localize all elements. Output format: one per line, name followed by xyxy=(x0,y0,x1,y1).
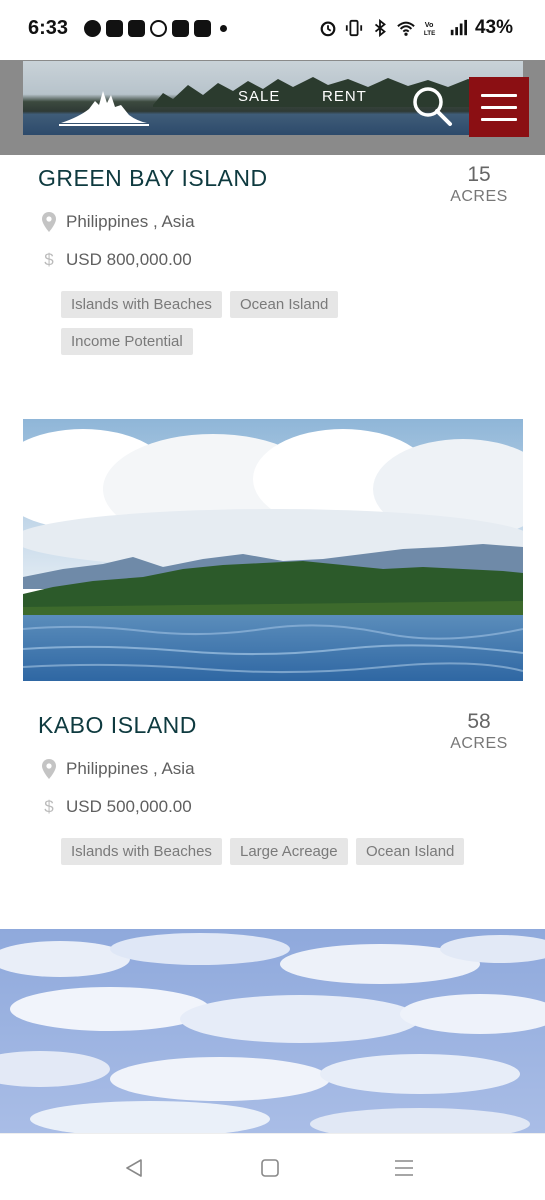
site-logo[interactable] xyxy=(59,83,149,129)
acres-value: 58 xyxy=(467,710,491,733)
recents-icon[interactable] xyxy=(392,1156,416,1180)
menu-line xyxy=(481,93,517,97)
island-photo-image xyxy=(23,419,523,681)
location-pin-icon xyxy=(40,759,58,779)
tag[interactable]: Islands with Beaches xyxy=(61,838,222,865)
volte-icon: VoLTE xyxy=(424,20,435,37)
chair-icon xyxy=(194,20,211,37)
status-time: 6:33 xyxy=(28,17,69,39)
signal-icon xyxy=(450,19,467,36)
acres-unit: ACRES xyxy=(450,735,508,752)
location-pin-icon xyxy=(40,212,58,232)
system-icons: Vo LTE 43% xyxy=(319,17,513,39)
menu-line xyxy=(481,105,517,109)
vibrate-icon xyxy=(345,19,363,37)
tag[interactable]: Large Acreage xyxy=(230,838,348,865)
tag[interactable]: Islands with Beaches xyxy=(61,291,222,318)
teams-icon xyxy=(106,20,123,37)
acres-value: 15 xyxy=(467,163,491,186)
wifi-icon xyxy=(397,21,415,36)
tag[interactable]: Ocean Island xyxy=(356,838,465,865)
dollar-icon: $ xyxy=(44,797,54,816)
sky-photo-image xyxy=(0,929,545,1133)
location-row: Philippines , Asia xyxy=(40,759,195,779)
site-header: SALE RENT xyxy=(0,60,545,155)
battery-percentage: 43% xyxy=(474,17,513,38)
home-icon[interactable] xyxy=(258,1156,282,1180)
listing-photo[interactable] xyxy=(23,419,523,681)
location-text: Philippines , Asia xyxy=(66,759,195,778)
back-icon[interactable] xyxy=(123,1156,147,1180)
bluetooth-icon xyxy=(374,19,386,37)
nav-sale-link[interactable]: SALE xyxy=(238,88,280,105)
youtube-icon xyxy=(172,20,189,37)
listing-photo[interactable] xyxy=(0,929,545,1133)
location-text: Philippines , Asia xyxy=(66,212,195,231)
alarm-icon xyxy=(320,21,336,37)
notification-icons xyxy=(84,20,227,37)
svg-text:LTE: LTE xyxy=(424,30,435,37)
price-row: $ USD 800,000.00 xyxy=(40,250,192,270)
status-bar: 6:33 Vo LTE 43% xyxy=(0,0,545,60)
acres-unit: ACRES xyxy=(450,188,508,205)
search-icon[interactable] xyxy=(410,84,454,128)
tag[interactable]: Ocean Island xyxy=(230,291,339,318)
price-row: $ USD 500,000.00 xyxy=(40,797,192,817)
youtube-icon xyxy=(128,20,145,37)
listing-title[interactable]: KABO ISLAND xyxy=(38,712,197,739)
chat-icon xyxy=(84,20,101,37)
dollar-icon: $ xyxy=(44,250,54,269)
price-text: USD 800,000.00 xyxy=(66,250,192,269)
listing-title[interactable]: GREEN BAY ISLAND xyxy=(38,165,268,192)
svg-text:Vo: Vo xyxy=(425,20,434,29)
hamburger-menu-button[interactable] xyxy=(469,77,529,137)
dot-icon xyxy=(220,25,227,32)
system-navigation-bar xyxy=(0,1133,545,1200)
menu-line xyxy=(481,117,517,121)
tag[interactable]: Income Potential xyxy=(61,328,193,355)
nav-rent-link[interactable]: RENT xyxy=(322,88,367,105)
price-text: USD 500,000.00 xyxy=(66,797,192,816)
mercedes-icon xyxy=(150,20,167,37)
location-row: Philippines , Asia xyxy=(40,212,195,232)
